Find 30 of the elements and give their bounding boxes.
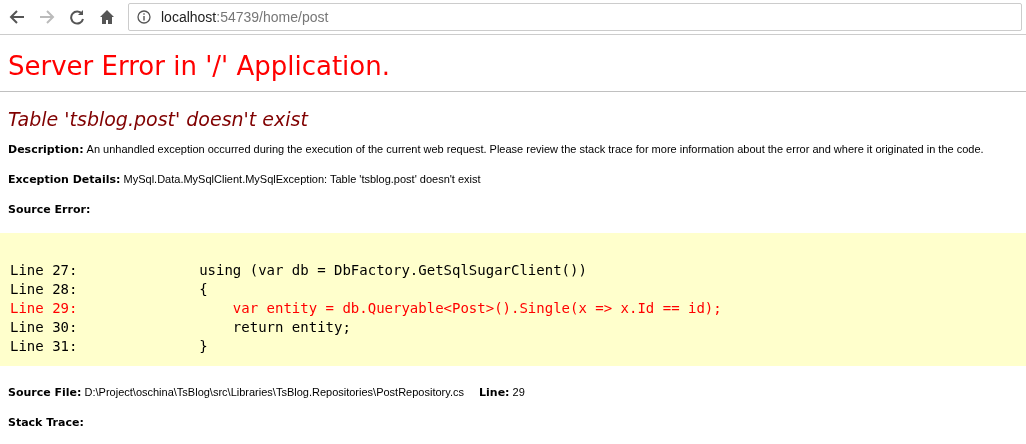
- code-line: return entity;: [231, 319, 351, 335]
- url-path: :54739/home/post: [216, 9, 329, 25]
- line-number: Line 29:: [10, 299, 79, 318]
- field-label: Stack Trace:: [8, 416, 84, 429]
- line-number: Line 30:: [10, 318, 79, 337]
- url-host: localhost: [161, 9, 217, 25]
- field-label: Source File:: [8, 386, 82, 399]
- exception-details-text: MySql.Data.MySqlClient.MySqlException: Table 'tsblog.post' doesn't exist: [123, 173, 481, 185]
- line-number: Line 31:: [10, 337, 79, 356]
- page-title: Server Error in '/' Application.: [8, 51, 391, 81]
- line-number: Line 27:: [10, 261, 79, 280]
- info-icon: [137, 10, 151, 24]
- field-label: Line:: [479, 386, 510, 399]
- field-label: Description:: [8, 143, 84, 156]
- line-number: Line 28:: [10, 280, 79, 299]
- source-file-path: D:\Project\oschina\TsBlog\src\Libraries\TsBlog.Repositories\PostRepository.cs: [84, 386, 464, 398]
- error-heading: Table 'tsblog.post' doesn't exist: [8, 108, 310, 130]
- description-text: An unhandled exception occurred during the execution of the current web request. Please review the stack trace for more information about the error and where it originated in the code.: [86, 143, 984, 155]
- code-line: {: [198, 281, 208, 297]
- forward-arrow-icon: [39, 9, 55, 25]
- code-line: using (var db = DbFactory.GetSqlSugarClient()): [198, 262, 587, 278]
- field-label: Exception Details:: [8, 173, 121, 186]
- reload-icon: [69, 9, 85, 25]
- line-value: 29: [512, 386, 525, 398]
- field-label: Source Error:: [8, 203, 91, 216]
- code-line: var entity = db.Queryable<Post>().Single(x => x.Id == id);: [231, 300, 722, 316]
- back-arrow-icon: [9, 9, 25, 25]
- home-icon: [99, 9, 115, 25]
- address-bar[interactable]: localhost:54739/home/post: [128, 3, 1022, 31]
- code-line: }: [198, 338, 208, 354]
